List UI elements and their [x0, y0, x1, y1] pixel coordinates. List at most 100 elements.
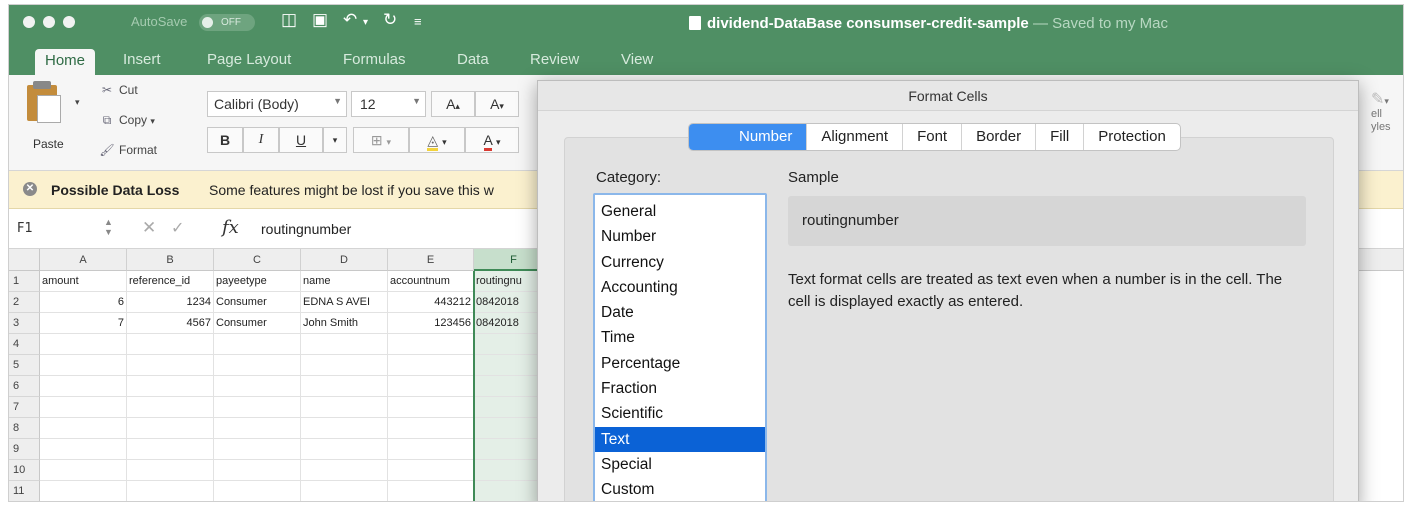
- tab-border[interactable]: Border: [962, 124, 1037, 150]
- row-header-2[interactable]: 2: [9, 292, 40, 313]
- empty-cell[interactable]: [214, 355, 301, 376]
- category-custom[interactable]: Custom: [595, 477, 765, 501]
- empty-cell[interactable]: [127, 481, 214, 501]
- empty-cell[interactable]: [127, 418, 214, 439]
- empty-cell[interactable]: [388, 355, 474, 376]
- category-date[interactable]: Date: [595, 300, 765, 325]
- empty-cell[interactable]: [388, 376, 474, 397]
- empty-cell[interactable]: [214, 439, 301, 460]
- empty-cell[interactable]: [388, 460, 474, 481]
- name-box[interactable]: F1: [17, 221, 33, 236]
- category-general[interactable]: General: [595, 199, 765, 224]
- empty-cell[interactable]: [40, 418, 127, 439]
- empty-cell[interactable]: [214, 397, 301, 418]
- borders-button[interactable]: ⊞ ▾: [353, 127, 409, 153]
- row-header-3[interactable]: 3: [9, 313, 40, 334]
- column-header-e[interactable]: E: [388, 249, 474, 271]
- cell-e1[interactable]: accountnum: [388, 271, 474, 292]
- formula-input[interactable]: routingnumber: [261, 221, 351, 237]
- category-number[interactable]: Number: [595, 224, 765, 249]
- grow-font-button[interactable]: A▴: [431, 91, 475, 117]
- empty-cell[interactable]: [127, 334, 214, 355]
- redo-icon[interactable]: ↻: [383, 10, 397, 30]
- sidebar-icon[interactable]: ◫: [281, 10, 297, 30]
- cell-b2[interactable]: 1234: [127, 292, 214, 313]
- category-text[interactable]: Text: [595, 426, 765, 452]
- underline-button[interactable]: U: [279, 127, 323, 153]
- empty-cell[interactable]: [127, 376, 214, 397]
- tab-alignment[interactable]: Alignment: [807, 124, 904, 150]
- category-accounting[interactable]: Accounting: [595, 275, 765, 300]
- tab-fill[interactable]: Fill: [1036, 124, 1085, 150]
- paste-button[interactable]: Paste: [33, 137, 64, 151]
- format-painter-button[interactable]: 🖌 Format: [99, 143, 157, 157]
- zoom-window-icon[interactable]: [63, 16, 75, 28]
- cell-b3[interactable]: 4567: [127, 313, 214, 334]
- tab-insert[interactable]: Insert: [123, 51, 161, 68]
- empty-cell[interactable]: [214, 418, 301, 439]
- tab-view[interactable]: View: [621, 51, 653, 68]
- empty-cell[interactable]: [40, 355, 127, 376]
- column-header-b[interactable]: B: [127, 249, 214, 271]
- empty-cell[interactable]: [301, 460, 388, 481]
- undo-dropdown-icon[interactable]: ▾: [363, 17, 368, 28]
- fill-color-button[interactable]: ◬ ▾: [409, 127, 465, 153]
- empty-cell[interactable]: [127, 460, 214, 481]
- empty-cell[interactable]: [301, 397, 388, 418]
- tab-data[interactable]: Data: [457, 51, 489, 68]
- column-header-a[interactable]: A: [40, 249, 127, 271]
- underline-dropdown-icon[interactable]: ▾: [323, 127, 347, 153]
- customize-toolbar-icon[interactable]: ≡: [414, 14, 422, 29]
- category-special[interactable]: Special: [595, 452, 765, 477]
- cell-e2[interactable]: 443212: [388, 292, 474, 313]
- row-header-5[interactable]: 5: [9, 355, 40, 376]
- empty-cell[interactable]: [388, 334, 474, 355]
- empty-cell[interactable]: [388, 397, 474, 418]
- cut-button[interactable]: ✂ Cut: [99, 83, 138, 97]
- cell-c2[interactable]: Consumer: [214, 292, 301, 313]
- cell-a2[interactable]: 6: [40, 292, 127, 313]
- empty-cell[interactable]: [301, 355, 388, 376]
- close-window-icon[interactable]: [23, 16, 35, 28]
- row-header-11[interactable]: 11: [9, 481, 40, 501]
- tab-review[interactable]: Review: [530, 51, 579, 68]
- row-header-8[interactable]: 8: [9, 418, 40, 439]
- empty-cell[interactable]: [214, 334, 301, 355]
- empty-cell[interactable]: [388, 418, 474, 439]
- empty-cell[interactable]: [301, 334, 388, 355]
- empty-cell[interactable]: [301, 418, 388, 439]
- empty-cell[interactable]: [127, 355, 214, 376]
- tab-page-layout[interactable]: Page Layout: [207, 51, 291, 68]
- paste-dropdown-icon[interactable]: ▾: [75, 97, 80, 108]
- empty-cell[interactable]: [301, 481, 388, 501]
- cell-styles-partial[interactable]: ✎▾ ell yles: [1371, 92, 1391, 134]
- tab-formulas[interactable]: Formulas: [343, 51, 406, 68]
- empty-cell[interactable]: [388, 481, 474, 501]
- cell-d2[interactable]: EDNA S AVEI: [301, 292, 388, 313]
- cell-d1[interactable]: name: [301, 271, 388, 292]
- warning-close-icon[interactable]: ✕: [23, 182, 37, 196]
- empty-cell[interactable]: [40, 334, 127, 355]
- empty-cell[interactable]: [40, 439, 127, 460]
- tab-home[interactable]: Home: [35, 49, 96, 75]
- tab-font[interactable]: Font: [903, 124, 963, 150]
- row-header-1[interactable]: 1: [9, 271, 40, 292]
- select-all-corner[interactable]: [9, 249, 40, 271]
- cell-a3[interactable]: 7: [40, 313, 127, 334]
- empty-cell[interactable]: [127, 439, 214, 460]
- category-fraction[interactable]: Fraction: [595, 376, 765, 401]
- row-header-6[interactable]: 6: [9, 376, 40, 397]
- shrink-font-button[interactable]: A▾: [475, 91, 519, 117]
- column-header-c[interactable]: C: [214, 249, 301, 271]
- category-currency[interactable]: Currency: [595, 250, 765, 275]
- cell-e3[interactable]: 123456: [388, 313, 474, 334]
- paste-icon[interactable]: [27, 81, 61, 123]
- minimize-window-icon[interactable]: [43, 16, 55, 28]
- empty-cell[interactable]: [40, 397, 127, 418]
- empty-cell[interactable]: [40, 460, 127, 481]
- undo-icon[interactable]: ↶: [343, 10, 357, 30]
- empty-cell[interactable]: [388, 439, 474, 460]
- empty-cell[interactable]: [214, 481, 301, 501]
- empty-cell[interactable]: [214, 376, 301, 397]
- tab-protection[interactable]: Protection: [1084, 124, 1180, 150]
